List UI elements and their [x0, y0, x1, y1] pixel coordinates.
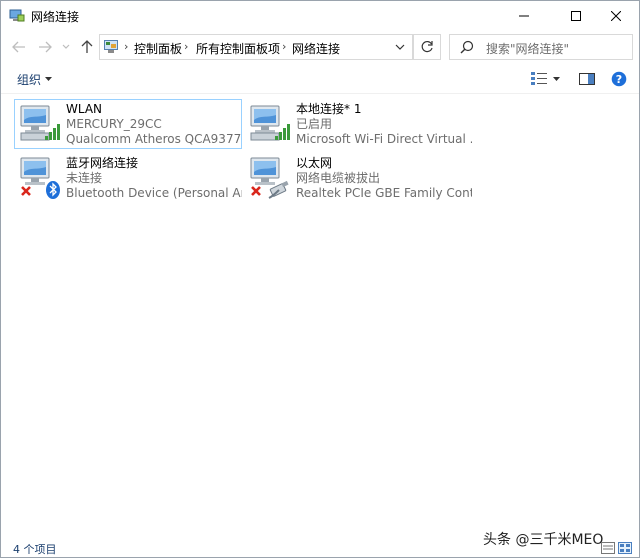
- connection-item-local-area[interactable]: 本地连接* 1 已启用 Microsoft Wi-Fi Direct Virtu…: [245, 100, 472, 148]
- change-view-button[interactable]: [529, 69, 549, 89]
- view-options-dropdown[interactable]: [549, 69, 563, 89]
- help-icon: ?: [611, 71, 627, 87]
- connection-device: Microsoft Wi-Fi Direct Virtual ...: [296, 132, 472, 146]
- details-view-icon: [531, 72, 547, 85]
- help-button[interactable]: ?: [609, 69, 629, 89]
- search-input[interactable]: 搜索"网络连接": [486, 40, 569, 57]
- breadcrumb-separator: ›: [124, 40, 129, 53]
- up-button[interactable]: [77, 37, 97, 57]
- breadcrumb-separator: ›: [184, 40, 189, 53]
- watermark-text: 头条 @三千米MEO: [483, 532, 604, 548]
- chevron-down-icon: [62, 44, 70, 49]
- chevron-down-icon: [395, 44, 405, 50]
- window-title: 网络连接: [31, 10, 80, 24]
- address-bar[interactable]: › 控制面板 › 所有控制面板项 › 网络连接: [99, 34, 413, 60]
- arrow-up-icon: [81, 40, 93, 53]
- chevron-down-icon: [552, 76, 560, 81]
- forward-button[interactable]: [35, 37, 55, 57]
- title-bar[interactable]: 网络连接: [1, 1, 639, 31]
- wifi-adapter-icon: [20, 105, 60, 141]
- network-connections-icon: [9, 9, 25, 22]
- connection-details: 本地连接* 1 已启用 Microsoft Wi-Fi Direct Virtu…: [296, 102, 472, 147]
- close-icon: [611, 11, 621, 21]
- connection-details: 蓝牙网络连接 未连接 Bluetooth Device (Personal Ar…: [66, 156, 242, 201]
- search-icon: [460, 40, 474, 54]
- connection-status: 网络电缆被拔出: [296, 171, 381, 185]
- organize-label: 组织: [17, 73, 42, 87]
- divider: [1, 93, 639, 94]
- connection-item-wlan[interactable]: WLAN MERCURY_29CC Qualcomm Atheros QCA93…: [14, 99, 242, 149]
- arrow-right-icon: [39, 41, 52, 53]
- connection-status: MERCURY_29CC: [66, 117, 162, 131]
- address-history-button[interactable]: [392, 39, 408, 55]
- network-connections-window: 网络连接 › 控制面板 › 所有控制面板项 › 网络连接 搜索"网络连接" 组织…: [0, 0, 640, 558]
- arrow-left-icon: [12, 41, 25, 53]
- large-icons-view-icon[interactable]: [618, 542, 632, 554]
- organize-menu-button[interactable]: 组织: [17, 71, 53, 88]
- refresh-icon: [421, 40, 433, 53]
- preview-pane-icon: [579, 73, 595, 85]
- breadcrumb-all-items[interactable]: 所有控制面板项: [196, 40, 280, 57]
- connection-details: 以太网 网络电缆被拔出 Realtek PCIe GBE Family Cont…: [296, 156, 472, 201]
- search-box[interactable]: 搜索"网络连接": [449, 34, 633, 60]
- bluetooth-adapter-icon: [20, 157, 60, 199]
- statusbar-view-toggles: [601, 542, 632, 554]
- chevron-down-icon: [45, 77, 53, 81]
- details-view-icon[interactable]: [601, 542, 615, 554]
- preview-pane-button[interactable]: [577, 69, 597, 89]
- close-button[interactable]: [593, 1, 639, 31]
- wifi-adapter-icon: [250, 105, 290, 141]
- control-panel-icon: [104, 40, 118, 53]
- minimize-icon: [519, 15, 529, 17]
- connection-item-ethernet[interactable]: 以太网 网络电缆被拔出 Realtek PCIe GBE Family Cont…: [245, 154, 472, 202]
- connection-item-bluetooth[interactable]: 蓝牙网络连接 未连接 Bluetooth Device (Personal Ar…: [15, 154, 242, 202]
- item-count: 4 个项目: [13, 543, 57, 556]
- minimize-button[interactable]: [501, 1, 547, 31]
- back-button[interactable]: [9, 37, 29, 57]
- svg-text:?: ?: [616, 73, 622, 86]
- connection-name: 本地连接* 1: [296, 102, 362, 116]
- connection-device: Bluetooth Device (Personal Ar...: [66, 186, 242, 200]
- breadcrumb-network-connections[interactable]: 网络连接: [292, 40, 340, 57]
- ethernet-adapter-icon: [250, 157, 289, 199]
- refresh-button[interactable]: [413, 34, 441, 60]
- maximize-icon: [571, 11, 581, 21]
- connection-device: Qualcomm Atheros QCA9377 ...: [66, 132, 242, 146]
- recent-locations-button[interactable]: [59, 37, 73, 57]
- connection-name: WLAN: [66, 102, 103, 116]
- connection-device: Realtek PCIe GBE Family Contr...: [296, 186, 472, 200]
- breadcrumb-separator: ›: [282, 40, 287, 53]
- connection-status: 未连接: [66, 171, 103, 185]
- connection-status: 已启用: [296, 117, 333, 131]
- breadcrumb-control-panel[interactable]: 控制面板: [134, 40, 182, 57]
- connection-name: 以太网: [296, 156, 333, 170]
- connection-name: 蓝牙网络连接: [66, 156, 139, 170]
- connection-details: WLAN MERCURY_29CC Qualcomm Atheros QCA93…: [66, 102, 242, 147]
